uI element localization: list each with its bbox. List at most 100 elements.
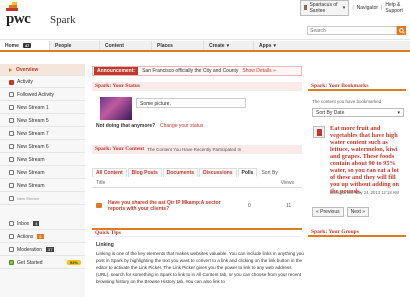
stream-icon [9,92,14,97]
arrow-right-icon [9,67,12,72]
actions-count: 6 [37,234,44,239]
sort-select[interactable]: Sort By Date ▾ [312,108,404,117]
navigator-link[interactable]: Navigator [357,5,378,11]
change-status-link[interactable]: Change your status [160,123,203,129]
sidebar-item-stream[interactable]: New Stream [0,180,85,192]
bookmark-icon [313,126,325,138]
previous-button[interactable]: « Previous [312,207,344,217]
nav-home[interactable]: Home 47 [0,41,50,50]
sidebar-item-stream[interactable]: New Stream [0,167,85,179]
nav-create-label: Create [209,42,225,49]
stream-icon [9,170,14,175]
sidebar-item-followed-activity[interactable]: Followed Activity [0,89,85,101]
next-button[interactable]: Next » [346,207,370,217]
bookmark-item-title[interactable]: Eat more fruit and vegetables that have … [330,125,404,195]
sidebar-item-label: Activity [17,79,33,85]
search-field[interactable] [307,26,397,35]
actions-icon [9,234,14,239]
sidebar-item-inbox[interactable]: Inbox 4 [0,218,85,230]
content-table-header: Title Views [92,179,302,188]
stream-icon [9,131,14,136]
bookmark-meta: Bookmarked May 24, 2013 12:18 AM [330,190,399,195]
stream-icon [9,183,14,188]
search-icon [398,27,405,34]
sidebar-item-stream-7[interactable]: New Stream 7 [0,128,85,140]
status-text-field[interactable]: Some picture. [136,98,246,108]
content-subtitle: The Content You Have Recently Participat… [147,146,242,152]
sidebar-item-label: Overview [16,66,39,73]
sidebar-item-moderation[interactable]: Moderation 37 [0,244,85,256]
sidebar-item-label: New Stream 7 [17,130,49,137]
status-section: Spark: Your Status [92,82,302,91]
sidebar-item-actions[interactable]: Actions 6 [0,231,85,243]
bookmarks-pager: « Previous Next » [312,207,370,217]
nav-create[interactable]: Create ▾ [204,41,254,50]
tab-polls[interactable]: Polls [237,168,258,177]
status-header: Spark: Your Status [92,82,302,91]
chevron-down-icon: ▾ [342,4,346,11]
sidebar-item-label: Actions [17,233,34,240]
tips-title: Quick Tips [95,230,121,236]
chevron-down-icon: ▾ [397,109,400,116]
show-details-link[interactable]: Show Details » [242,68,275,74]
stream-icon [9,105,14,110]
sidebar-item-activity[interactable]: Activity [0,77,85,88]
nav-people[interactable]: People [50,41,100,50]
content-row-count: 0 [248,203,251,209]
col-title[interactable]: Title [96,180,105,186]
announcement-message: San Francisco officially the City and Co… [142,68,239,74]
sidebar: Overview Activity Followed Activity New … [0,64,85,297]
sidebar-item-label: Moderation [17,246,43,253]
get-started-icon [9,260,14,265]
search-input[interactable] [308,27,388,34]
tab-blog-posts[interactable]: Blog Posts [127,168,162,177]
sidebar-item-stream[interactable]: New Stream [0,193,85,205]
tab-discussions[interactable]: Discussions [199,168,237,177]
moderation-count: 37 [46,247,55,252]
sidebar-item-stream-6[interactable]: New Stream 6 [0,141,85,153]
user-area: Spartacus of Santee ▾ | Navigator | Help… [300,0,410,16]
divider: | [381,4,383,11]
search-button[interactable] [397,26,406,35]
nav-places-label: Places [157,42,173,49]
tab-all-content[interactable]: All Content [92,168,127,177]
help-link[interactable]: Help & Support [385,2,410,14]
sidebar-item-label: New Stream 5 [17,117,49,124]
sidebar-item-label: Followed Activity [17,91,54,98]
bookmarks-header: Spark: Your Bookmarks [308,82,406,91]
nav-apps[interactable]: Apps ▾ [254,41,410,50]
sidebar-item-overview[interactable]: Overview [0,64,85,76]
content-title: Spark: Your Content [95,146,145,152]
nav-home-label: Home [5,42,19,49]
nav-places[interactable]: Places [152,41,204,50]
status-title: Spark: Your Status [95,83,140,89]
nav-content-label: Content [105,42,124,49]
user-menu-button[interactable]: Spartacus of Santee ▾ [300,0,350,16]
tab-documents[interactable]: Documents [162,168,199,177]
col-views[interactable]: Views [281,180,294,186]
sidebar-item-stream[interactable]: New Stream [0,154,85,166]
nav-content[interactable]: Content [100,41,152,50]
sidebar-item-label: New Stream [17,182,45,189]
sort-select-value: Sort By Date [316,109,345,116]
content-header: Spark: Your Content The Content You Have… [92,145,302,154]
sidebar-item-stream-5[interactable]: New Stream 5 [0,115,85,127]
inbox-count: 4 [33,221,40,226]
sidebar-item-label: New Stream 6 [17,143,49,150]
nav-home-count: 47 [22,43,32,48]
brand-logo-text[interactable]: pwc [6,11,31,28]
stream-icon [9,118,14,123]
sidebar-item-stream-1[interactable]: New Stream 1 [0,102,85,114]
sidebar-item-get-started[interactable]: Get Started 92% [0,257,85,269]
bookmarks-subtitle: The content you have bookmarked [312,99,382,104]
tips-header: Quick Tips [92,228,302,237]
groups-header: Spark: Your Groups [308,228,406,237]
moderation-icon [9,247,14,252]
main-nav: Home 47 People Content Places Create ▾ A… [0,41,410,52]
announcement-bar: Announcement: San Francisco officially t… [92,66,302,76]
content-row-title[interactable]: Have you shared the ast Qtr IP Mkamp:A s… [108,200,228,212]
content-row-views: 11 [286,203,292,209]
inbox-icon [9,221,14,226]
app-title: Spark [50,14,76,26]
sort-by-label[interactable]: Sort By [258,168,280,177]
